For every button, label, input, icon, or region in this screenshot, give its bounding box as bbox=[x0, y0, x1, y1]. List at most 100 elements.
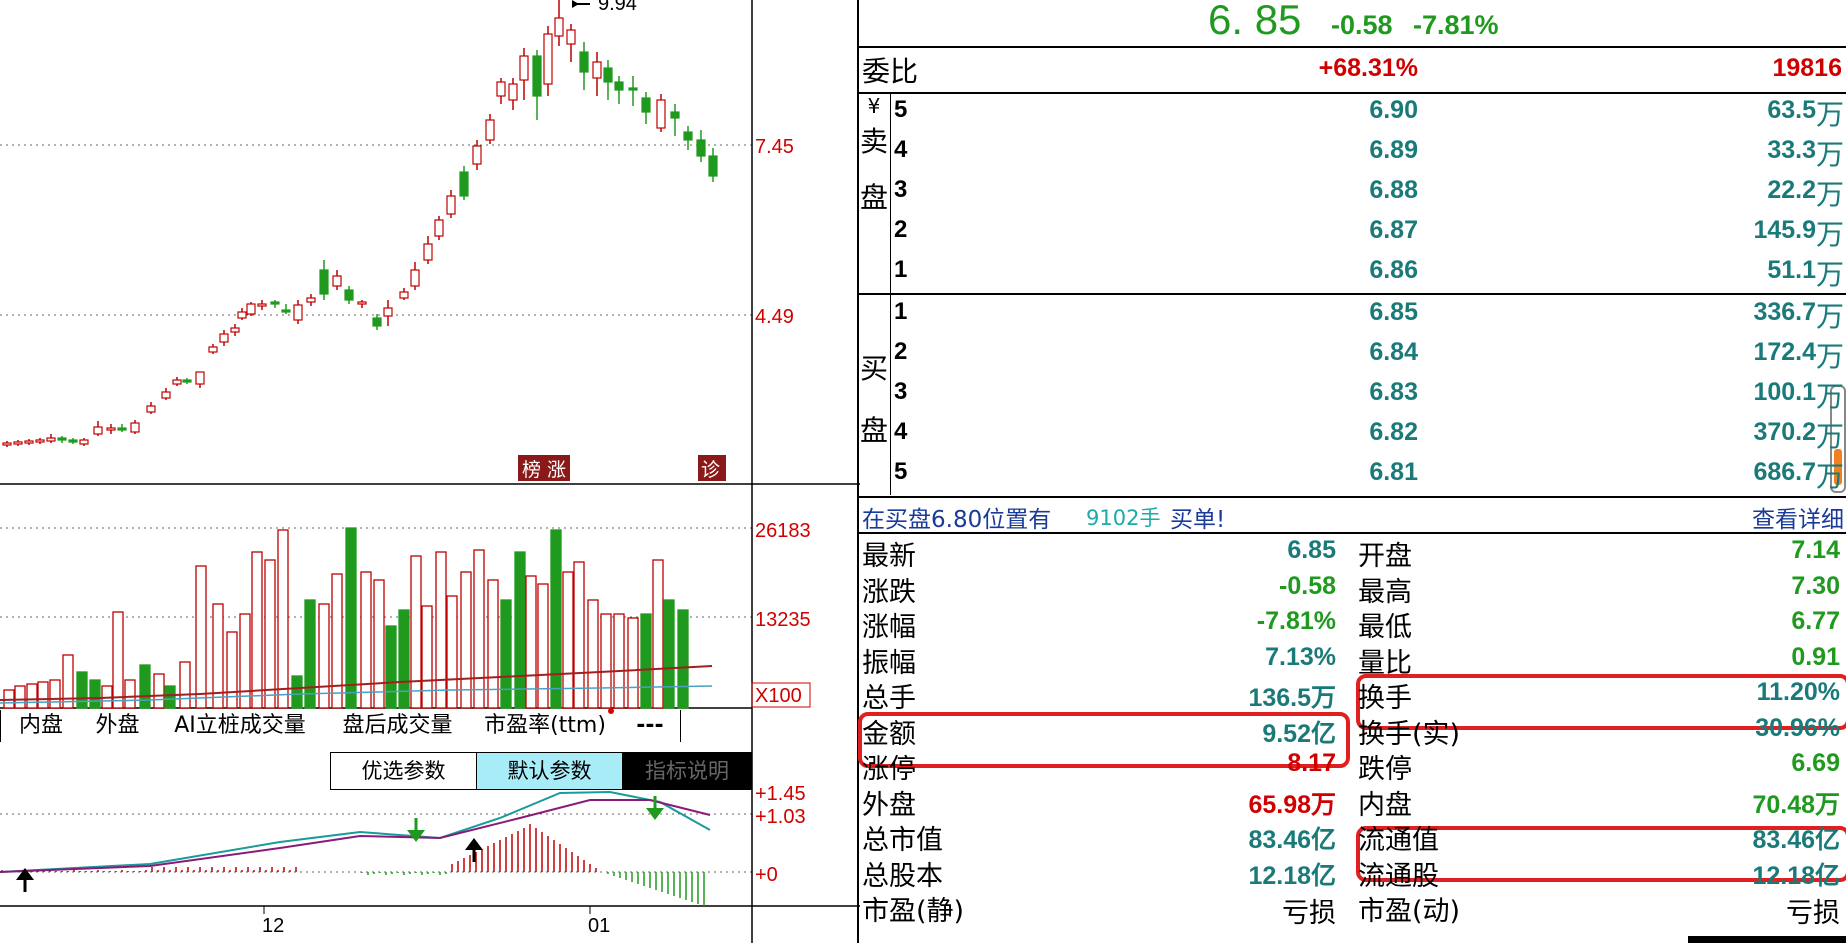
candle[interactable] bbox=[57, 437, 67, 441]
sell-label-char-1: 卖 bbox=[859, 125, 888, 158]
candle[interactable] bbox=[656, 99, 666, 129]
candle[interactable] bbox=[357, 301, 367, 305]
panel-corner-bar bbox=[1688, 936, 1846, 943]
candle[interactable] bbox=[46, 437, 56, 442]
candle[interactable] bbox=[603, 67, 613, 83]
candle[interactable] bbox=[195, 371, 205, 385]
candle[interactable] bbox=[257, 303, 267, 307]
candle[interactable] bbox=[423, 243, 433, 261]
candle[interactable] bbox=[592, 61, 602, 79]
currency-icon: ¥ bbox=[867, 94, 881, 118]
candle[interactable] bbox=[508, 83, 518, 101]
candle[interactable] bbox=[434, 219, 444, 237]
candle[interactable] bbox=[543, 33, 553, 85]
tab-after-hours-volume[interactable]: 盘后成交量 bbox=[325, 710, 471, 742]
candle[interactable] bbox=[532, 55, 542, 97]
sell-level-price[interactable]: 6.86 bbox=[1158, 256, 1418, 285]
buy-level-volume: 370.2 bbox=[1753, 418, 1816, 446]
sell-label-char-2: 盘 bbox=[859, 181, 888, 214]
candle[interactable] bbox=[237, 311, 247, 319]
stat-label: 流通股 bbox=[1358, 860, 1439, 892]
candle[interactable] bbox=[208, 346, 218, 353]
view-detail-link[interactable]: 查看详细 bbox=[1752, 500, 1844, 534]
candle[interactable] bbox=[614, 81, 624, 91]
candle[interactable] bbox=[485, 119, 495, 141]
candle[interactable] bbox=[117, 427, 127, 431]
buy-level-price[interactable]: 6.81 bbox=[1158, 458, 1418, 487]
candle[interactable] bbox=[383, 307, 393, 317]
candle[interactable] bbox=[410, 269, 420, 287]
tab-pe-ttm-label: 市盈率(ttm) bbox=[484, 713, 606, 738]
candle[interactable] bbox=[130, 422, 140, 433]
candle[interactable] bbox=[182, 379, 192, 383]
buy-level-price[interactable]: 6.83 bbox=[1158, 378, 1418, 407]
default-params-button[interactable]: 默认参数 bbox=[476, 752, 623, 790]
candle[interactable] bbox=[24, 440, 34, 444]
buy-level-number: 3 bbox=[894, 378, 908, 405]
candle[interactable] bbox=[372, 317, 382, 327]
candle[interactable] bbox=[332, 275, 342, 287]
candle[interactable] bbox=[79, 439, 89, 445]
sell-level-price[interactable]: 6.87 bbox=[1158, 216, 1418, 245]
sell-level-price[interactable]: 6.88 bbox=[1158, 176, 1418, 205]
tab-more[interactable]: --- bbox=[620, 710, 681, 742]
candle[interactable] bbox=[399, 291, 409, 299]
order-ratio-pct: +68.31% bbox=[1318, 54, 1418, 82]
tab-outer[interactable]: 外盘 bbox=[80, 710, 156, 742]
candle[interactable] bbox=[566, 29, 576, 45]
sell-level-number: 3 bbox=[894, 176, 908, 203]
sell-level-price[interactable]: 6.89 bbox=[1158, 136, 1418, 165]
candle[interactable] bbox=[579, 51, 589, 73]
custom-params-button[interactable]: 优选参数 bbox=[330, 752, 477, 790]
candle[interactable] bbox=[641, 97, 651, 113]
volume-axis-label-max: 26183 bbox=[755, 520, 811, 542]
candle[interactable] bbox=[306, 297, 316, 303]
stat-value: 7.30 bbox=[1791, 571, 1840, 600]
candle[interactable] bbox=[161, 391, 171, 399]
volume-bar bbox=[318, 603, 330, 709]
candle[interactable] bbox=[13, 441, 23, 445]
buy-level-price[interactable]: 6.85 bbox=[1158, 298, 1418, 327]
volume-bar bbox=[264, 559, 276, 709]
candle[interactable] bbox=[670, 111, 680, 119]
sell-level-unit: 万 bbox=[1816, 258, 1845, 291]
candle[interactable] bbox=[172, 379, 182, 385]
candle[interactable] bbox=[2, 442, 12, 446]
candle[interactable] bbox=[93, 426, 103, 435]
candle[interactable] bbox=[554, 17, 564, 37]
tab-inner[interactable]: 内盘 bbox=[0, 710, 82, 742]
candle[interactable] bbox=[68, 439, 78, 443]
stock-chart-area[interactable]: 9.94 7.45 4.49 26183 13235 X100 +1.45 +1… bbox=[0, 0, 860, 943]
candle[interactable] bbox=[293, 304, 303, 321]
candle[interactable] bbox=[708, 155, 718, 177]
volume-bar bbox=[239, 613, 251, 709]
candle[interactable] bbox=[519, 55, 529, 81]
candle[interactable] bbox=[230, 327, 240, 333]
candle[interactable] bbox=[281, 309, 291, 313]
buy-level-price[interactable]: 6.82 bbox=[1158, 418, 1418, 447]
buy-level-volume: 336.7 bbox=[1753, 298, 1816, 326]
tab-ai-volume[interactable]: AI立桩成交量 bbox=[155, 710, 326, 742]
tab-pe-ttm[interactable]: 市盈率(ttm) bbox=[470, 708, 621, 742]
candle[interactable] bbox=[446, 195, 456, 215]
sell-level-price[interactable]: 6.90 bbox=[1158, 96, 1418, 125]
candle[interactable] bbox=[146, 405, 156, 413]
volume-bar bbox=[587, 599, 599, 709]
buy-level-price[interactable]: 6.84 bbox=[1158, 338, 1418, 367]
candle[interactable] bbox=[459, 171, 469, 197]
candle[interactable] bbox=[270, 301, 280, 305]
indicator-explain-button[interactable]: 指标说明 bbox=[622, 752, 752, 790]
candle[interactable] bbox=[472, 145, 482, 165]
volume-bar bbox=[26, 683, 38, 709]
candle[interactable] bbox=[106, 427, 116, 431]
candle[interactable] bbox=[319, 269, 329, 295]
candle[interactable] bbox=[246, 303, 256, 315]
candle[interactable] bbox=[35, 439, 45, 443]
sell-level-volume: 22.2 bbox=[1767, 176, 1816, 204]
candle[interactable] bbox=[696, 139, 706, 157]
candle[interactable] bbox=[496, 81, 506, 97]
candle[interactable] bbox=[344, 289, 354, 301]
candle[interactable] bbox=[628, 87, 638, 91]
candle[interactable] bbox=[219, 333, 229, 343]
candle[interactable] bbox=[683, 131, 693, 141]
